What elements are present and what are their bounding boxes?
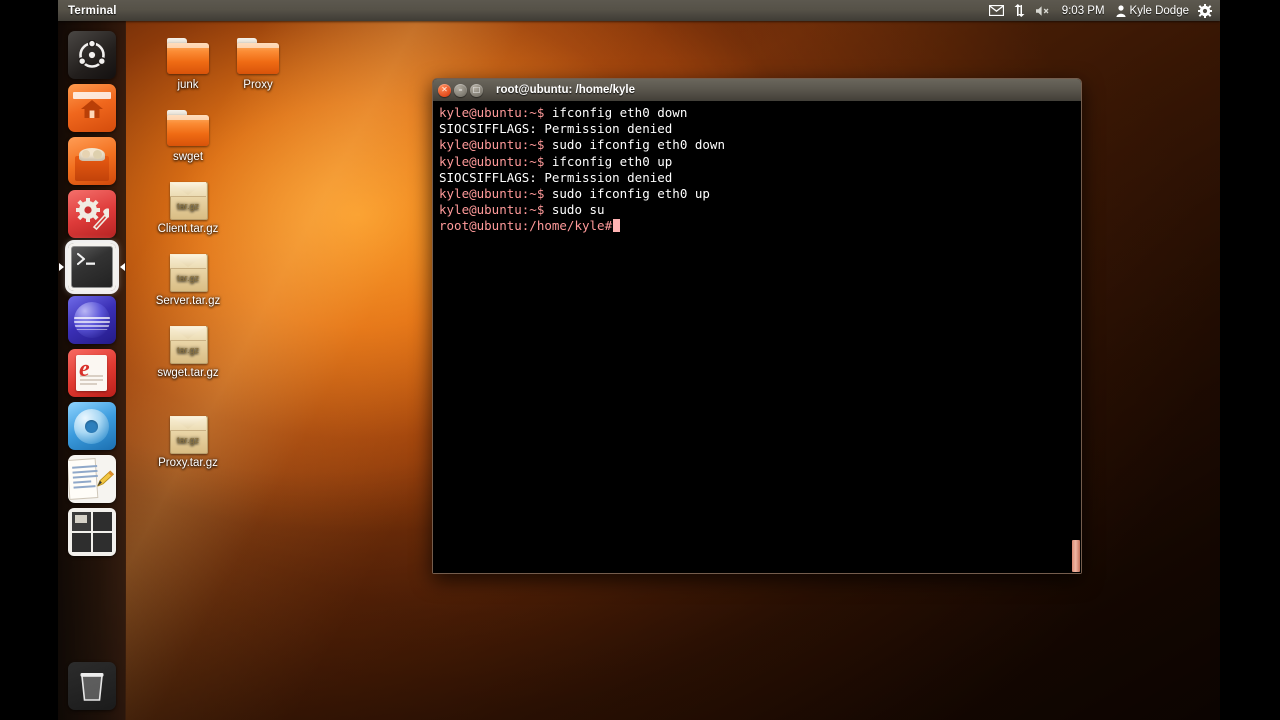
terminal-prompt: root@ubuntu:/home/kyle# xyxy=(439,218,613,234)
focused-indicator-right xyxy=(119,263,125,271)
launcher-item-chromium-browser[interactable] xyxy=(67,402,116,450)
running-indicator-left xyxy=(58,263,64,271)
desktop-icon-proxy[interactable]: Proxy xyxy=(210,28,306,92)
panel-app-title[interactable]: Terminal xyxy=(68,5,117,17)
terminal-prompt: kyle@ubuntu:~$ xyxy=(439,186,545,202)
gear-icon[interactable] xyxy=(1198,0,1212,21)
panel-username: Kyle Dodge xyxy=(1129,4,1189,17)
launcher-item-pdf-reader[interactable]: e xyxy=(67,349,116,397)
desktop-icon-label: swget.tar.gz xyxy=(157,367,219,379)
desktop-icon-proxy-tar-gz[interactable]: tar.gz Proxy.tar.gz xyxy=(140,406,236,470)
terminal-title: root@ubuntu: /home/kyle xyxy=(496,84,635,96)
terminal-prompt: kyle@ubuntu:~$ xyxy=(439,105,545,120)
terminal-line: kyle@ubuntu:~$ sudo ifconfig eth0 down xyxy=(439,137,1075,153)
launcher-item-ubuntu-dash[interactable] xyxy=(67,31,116,79)
unity-launcher: e xyxy=(58,21,126,720)
terminal-titlebar[interactable]: ✕ – □ root@ubuntu: /home/kyle xyxy=(433,79,1081,102)
top-panel: Terminal 9:03 PM Kyle Dodge xyxy=(58,0,1220,21)
person-icon xyxy=(1115,4,1126,17)
launcher-item-eclipse[interactable] xyxy=(67,296,116,344)
terminal-line: kyle@ubuntu:~$ sudo su xyxy=(439,202,1075,218)
archive-icon: tar.gz xyxy=(140,172,236,220)
messaging-icon[interactable] xyxy=(988,0,1004,21)
desktop-icon-swget-tar-gz[interactable]: tar.gz swget.tar.gz xyxy=(140,316,236,380)
terminal-window[interactable]: ✕ – □ root@ubuntu: /home/kyle kyle@ubunt… xyxy=(432,78,1082,574)
close-button[interactable]: ✕ xyxy=(438,83,451,97)
terminal-prompt: kyle@ubuntu:~$ xyxy=(439,153,545,169)
terminal-prompt: kyle@ubuntu:~$ xyxy=(439,202,545,218)
folder-icon xyxy=(140,100,236,148)
letterbox-left xyxy=(0,0,58,720)
launcher-item-terminal[interactable] xyxy=(58,243,125,291)
terminal-line-text: sudo ifconfig eth0 up xyxy=(544,186,710,202)
terminal-output: kyle@ubuntu:~$ ifconfig eth0 down SIOCSIF… xyxy=(439,105,1075,235)
panel-indicator-area: 9:03 PM Kyle Dodge xyxy=(988,0,1220,21)
launcher-item-system-settings[interactable] xyxy=(67,190,116,238)
session-menu[interactable]: Kyle Dodge xyxy=(1115,0,1189,21)
terminal-body[interactable]: kyle@ubuntu:~$ ifconfig eth0 down SIOCSIF… xyxy=(433,101,1081,573)
launcher-item-text-editor[interactable] xyxy=(67,455,116,503)
terminal-line: SIOCSIFFLAGS: Permission denied xyxy=(439,170,1075,186)
launcher-item-ubuntu-software-center[interactable] xyxy=(67,137,116,185)
terminal-line-text: SIOCSIFFLAGS: Permission denied xyxy=(439,121,673,137)
terminal-line-text: sudo su xyxy=(544,202,605,218)
archive-icon: tar.gz xyxy=(140,244,236,292)
maximize-button[interactable]: □ xyxy=(470,83,483,97)
launcher-item-workspace-switcher[interactable] xyxy=(67,508,116,556)
terminal-line-text: ifconfig eth0 down xyxy=(544,105,688,120)
desktop-icon-label: Proxy.tar.gz xyxy=(158,457,218,469)
archive-icon: tar.gz xyxy=(140,406,236,454)
terminal-line: root@ubuntu:/home/kyle# xyxy=(439,218,1075,234)
panel-clock[interactable]: 9:03 PM xyxy=(1060,0,1107,21)
terminal-prompt: kyle@ubuntu:~$ xyxy=(439,137,545,153)
terminal-line-text: ifconfig eth0 up xyxy=(544,153,673,169)
terminal-line: SIOCSIFFLAGS: Permission denied xyxy=(439,121,1075,137)
desktop-icon-server-tar-gz[interactable]: tar.gz Server.tar.gz xyxy=(140,244,236,308)
desktop-icon-label: swget xyxy=(172,151,204,163)
desktop-icon-client-tar-gz[interactable]: tar.gz Client.tar.gz xyxy=(140,172,236,236)
desktop-icon-label: Proxy xyxy=(243,79,273,91)
terminal-line: kyle@ubuntu:~$ sudo ifconfig eth0 up xyxy=(439,186,1075,202)
minimize-button[interactable]: – xyxy=(454,83,467,97)
panel-left-section: Terminal xyxy=(58,0,117,21)
terminal-scrollbar[interactable] xyxy=(1072,540,1080,572)
desktop-icon-label: Server.tar.gz xyxy=(155,295,221,307)
terminal-line: kyle@ubuntu:~$ ifconfig eth0 up xyxy=(439,154,1075,170)
terminal-line: kyle@ubuntu:~$ ifconfig eth0 down xyxy=(439,105,1075,121)
desktop-icon-label: Client.tar.gz xyxy=(157,223,219,235)
archive-icon: tar.gz xyxy=(140,316,236,364)
terminal-line-text: sudo ifconfig eth0 down xyxy=(544,137,725,153)
volume-muted-icon[interactable] xyxy=(1035,0,1051,21)
terminal-line-text: SIOCSIFFLAGS: Permission denied xyxy=(439,169,673,185)
launcher-item-trash[interactable] xyxy=(68,662,116,710)
terminal-cursor xyxy=(613,219,621,233)
folder-icon xyxy=(210,28,306,76)
letterbox-right xyxy=(1220,0,1280,720)
network-icon[interactable] xyxy=(1013,0,1026,21)
screen: junk Proxy swget tar.gz Client.tar.gz tar.gz S… xyxy=(0,0,1280,720)
launcher-item-home-folder[interactable] xyxy=(67,84,116,132)
desktop-icon-swget[interactable]: swget xyxy=(140,100,236,164)
